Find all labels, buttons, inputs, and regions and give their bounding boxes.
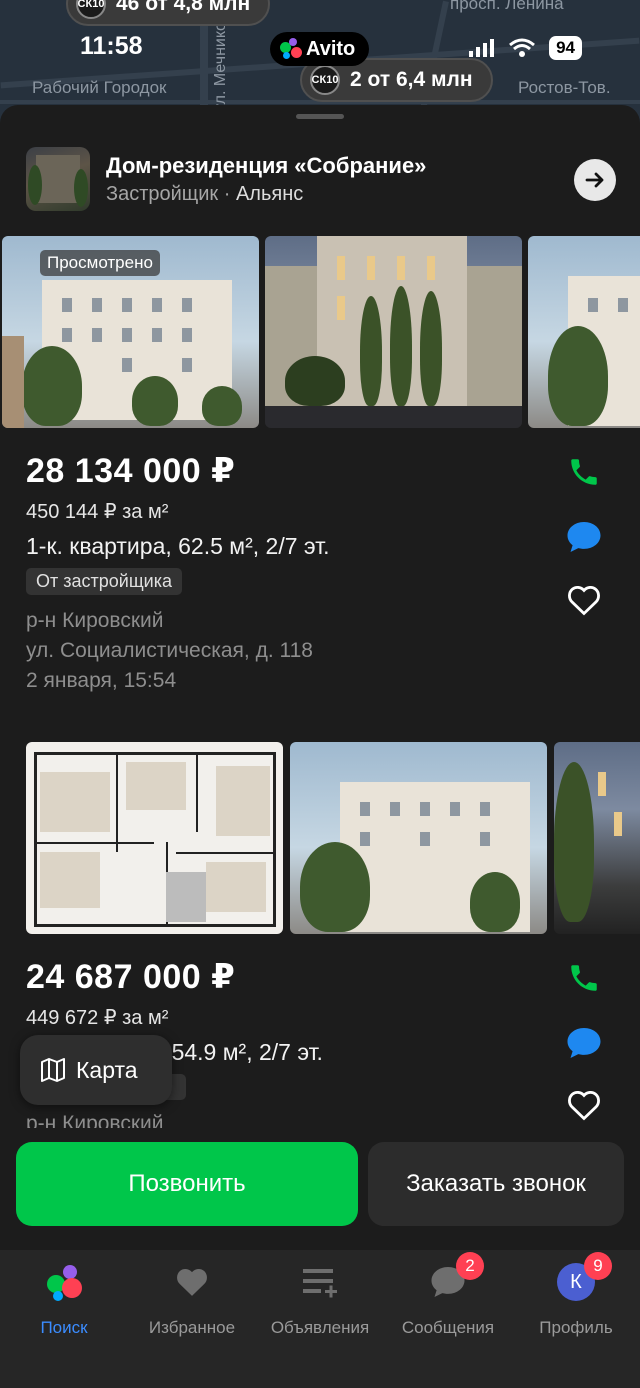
listing-photos[interactable] (0, 742, 640, 934)
sheet-grabber[interactable] (296, 114, 344, 119)
bottom-tab-bar: Поиск Избранное Объявления 2 Сообщения К (0, 1250, 640, 1388)
call-button[interactable]: Позвонить (16, 1142, 358, 1226)
tab-ads[interactable]: Объявления (256, 1262, 384, 1338)
tab-label: Объявления (270, 1318, 370, 1337)
complex-header[interactable]: Дом-резиденция «Собрание» Застройщик · А… (26, 147, 616, 211)
price-per-sqm: 449 672 ₽ за м² (26, 1007, 169, 1029)
tab-messages[interactable]: 2 Сообщения (384, 1252, 512, 1338)
listing-address: ул. Социалистическая, д. 118 (26, 639, 313, 662)
map-label: Рабочий Городок (32, 78, 167, 97)
complex-title: Дом-резиденция «Собрание» (106, 153, 427, 178)
message-icon[interactable] (566, 519, 602, 555)
developer-tag: От застройщика (26, 568, 182, 595)
status-time: 11:58 (80, 32, 143, 60)
map-label: просп. Ленина (450, 0, 564, 13)
pin-text: 46 от 4,8 млн (116, 0, 251, 15)
call-icon[interactable] (566, 454, 602, 490)
open-complex-button[interactable] (574, 159, 616, 201)
notification-counter: 9 (584, 1252, 612, 1280)
map-button[interactable]: Карта (20, 1035, 172, 1105)
complex-subtitle: Застройщик · Альянс (106, 183, 303, 206)
map-button-label: Карта (76, 1056, 138, 1083)
listing-photo[interactable] (265, 236, 522, 428)
listing-description[interactable]: а, 54.9 м², 2/7 эт. (146, 1039, 323, 1066)
status-indicators: 94 (469, 36, 582, 60)
pin-badge: СК10 (76, 0, 106, 19)
wifi-icon (509, 38, 536, 57)
price-per-sqm: 450 144 ₽ за м² (26, 501, 169, 523)
listing-price[interactable]: 28 134 000 ₽ (26, 451, 235, 491)
tab-profile[interactable]: К 9 Профиль (512, 1252, 640, 1338)
unread-counter: 2 (456, 1252, 484, 1280)
complex-thumbnail (26, 147, 90, 211)
listing-photo[interactable] (554, 742, 640, 934)
listing-photo[interactable]: Просмотрено (2, 236, 259, 428)
listing-photo[interactable] (528, 236, 640, 428)
listing-description[interactable]: 1-к. квартира, 62.5 м², 2/7 эт. (26, 533, 330, 560)
battery-indicator: 94 (549, 36, 582, 60)
map-pin[interactable]: СК10 46 от 4,8 млн (66, 0, 271, 26)
favorite-heart-icon[interactable] (566, 1087, 602, 1123)
heart-icon (172, 1262, 212, 1302)
favorite-heart-icon[interactable] (566, 582, 602, 618)
listing-district: р-н Кировский (26, 609, 164, 632)
call-icon[interactable] (566, 960, 602, 996)
dynamic-island-avito: Avito (270, 32, 370, 66)
avito-logo-icon (280, 38, 302, 60)
listing-photo[interactable] (290, 742, 547, 934)
avito-wordmark: Avito (306, 37, 356, 60)
request-callback-button[interactable]: Заказать звонок (368, 1142, 624, 1226)
tab-label: Избранное (148, 1318, 236, 1337)
cta-bar: Позвонить Заказать звонок (0, 1128, 640, 1250)
pin-text: 2 от 6,4 млн (350, 68, 473, 91)
floor-plan-photo[interactable] (26, 742, 283, 934)
listing-date: 2 января, 15:54 (26, 669, 177, 692)
pin-badge: СК10 (310, 65, 340, 95)
listing-photos[interactable]: Просмотрено (0, 236, 640, 428)
message-icon[interactable] (566, 1025, 602, 1061)
ads-icon (300, 1262, 340, 1302)
map-label: Ростов-Тов. (518, 78, 611, 97)
tab-label: Поиск (40, 1318, 88, 1337)
developer-prefix: Застройщик · (106, 183, 236, 205)
developer-name: Альянс (235, 183, 304, 205)
tab-favorites[interactable]: Избранное (128, 1262, 256, 1338)
viewed-badge: Просмотрено (40, 250, 160, 276)
arrow-right-icon (585, 172, 604, 188)
map-icon (41, 1058, 65, 1082)
avito-logo-icon (44, 1262, 84, 1302)
avatar: К 9 (556, 1252, 612, 1302)
signal-icon (469, 39, 495, 57)
tab-label: Сообщения (401, 1318, 495, 1337)
tab-label: Профиль (539, 1318, 613, 1337)
listing-price[interactable]: 24 687 000 ₽ (26, 957, 235, 997)
tab-search[interactable]: Поиск (0, 1262, 128, 1338)
chat-icon: 2 (428, 1252, 484, 1302)
